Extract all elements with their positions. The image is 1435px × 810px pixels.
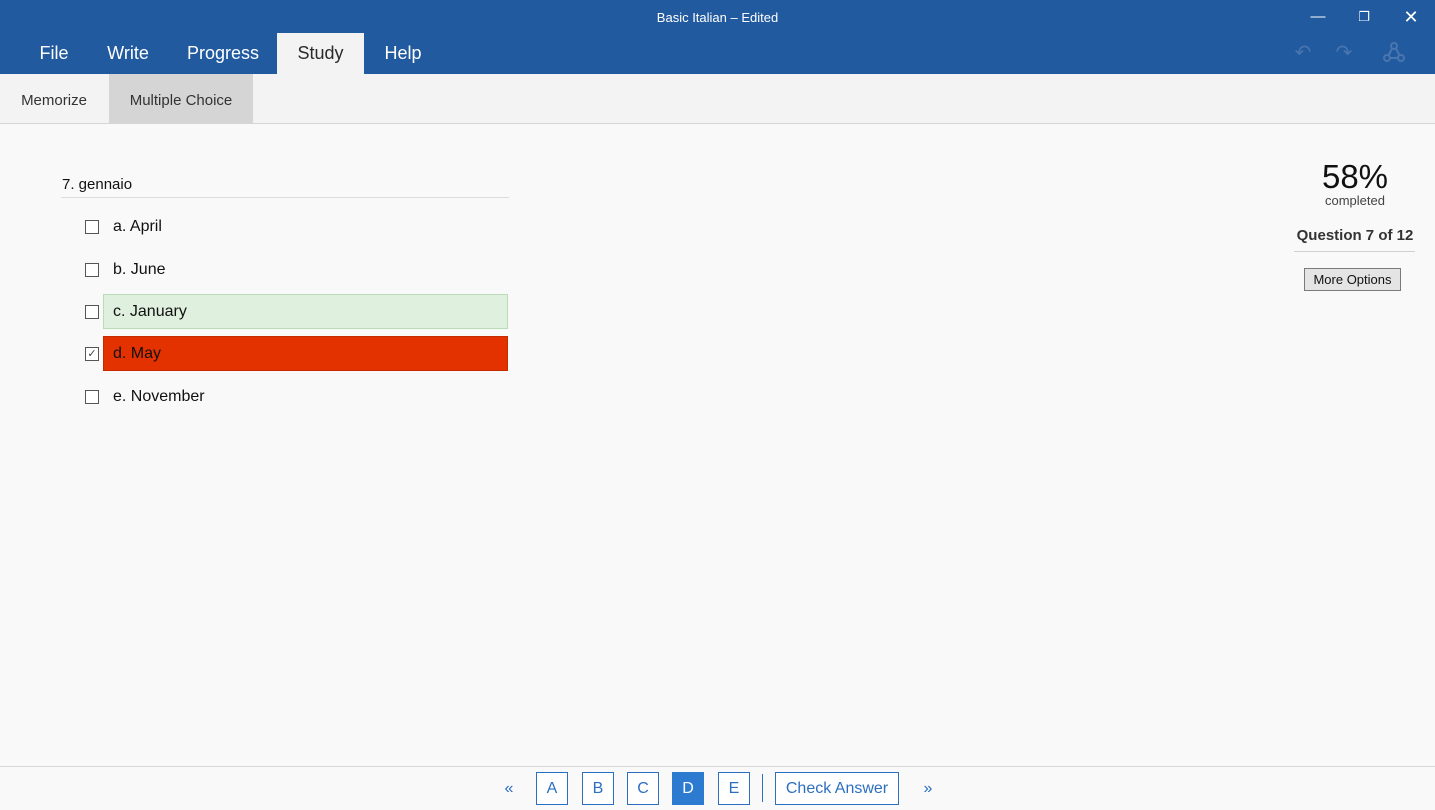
choice-e-checkbox[interactable]	[85, 390, 99, 404]
choice-b-label[interactable]: b. June	[103, 252, 508, 287]
choice-d-checkbox-checked[interactable]: ✓	[85, 347, 99, 361]
question-divider	[61, 197, 509, 198]
redo-icon[interactable]: ↷	[1331, 40, 1357, 66]
answer-d-button[interactable]: D	[672, 772, 704, 805]
tab-progress[interactable]: Progress	[178, 33, 268, 74]
restore-icon[interactable]: ❐	[1349, 6, 1379, 28]
window-title: Basic Italian – Edited	[656, 10, 779, 25]
choice-e[interactable]: e. November	[85, 379, 509, 414]
choice-a-checkbox[interactable]	[85, 220, 99, 234]
choice-d[interactable]: ✓ d. May	[85, 336, 509, 371]
choice-c[interactable]: c. January	[85, 294, 509, 329]
choice-c-checkbox[interactable]	[85, 305, 99, 319]
choice-b-checkbox[interactable]	[85, 263, 99, 277]
close-icon[interactable]: ✕	[1396, 6, 1426, 28]
study-toolbar: Memorize Multiple Choice	[0, 74, 1435, 124]
nav-separator	[762, 774, 763, 802]
more-options-button[interactable]: More Options	[1304, 268, 1401, 291]
answer-c-button[interactable]: C	[627, 772, 659, 805]
choice-b[interactable]: b. June	[85, 252, 509, 287]
tab-study[interactable]: Study	[277, 33, 364, 74]
question-counter: Question 7 of 12	[1296, 227, 1414, 244]
answer-e-button[interactable]: E	[718, 772, 750, 805]
choice-c-label-correct[interactable]: c. January	[103, 294, 508, 329]
minimize-icon[interactable]: —	[1303, 6, 1333, 28]
multiple-choice-button[interactable]: Multiple Choice	[109, 74, 253, 123]
choice-d-label-wrong[interactable]: d. May	[103, 336, 508, 371]
choice-a-label[interactable]: a. April	[103, 209, 508, 244]
counter-divider	[1294, 251, 1415, 252]
memorize-button[interactable]: Memorize	[0, 74, 108, 123]
tab-write[interactable]: Write	[96, 33, 160, 74]
share-icon[interactable]	[1381, 40, 1407, 66]
answer-b-button[interactable]: B	[582, 772, 614, 805]
choice-e-label[interactable]: e. November	[103, 379, 508, 414]
next-question-button[interactable]: »	[918, 779, 938, 799]
choice-a[interactable]: a. April	[85, 209, 509, 244]
answer-a-button[interactable]: A	[536, 772, 568, 805]
completion-percent: 58%	[1321, 158, 1389, 195]
share-icon-graphic	[1383, 42, 1405, 62]
tab-help[interactable]: Help	[372, 33, 434, 74]
undo-icon[interactable]: ↶	[1290, 40, 1316, 66]
check-answer-button[interactable]: Check Answer	[775, 772, 899, 805]
tab-file[interactable]: File	[26, 33, 82, 74]
question-prompt: 7. gennaio	[62, 176, 133, 193]
completion-label: completed	[1325, 193, 1385, 208]
previous-question-button[interactable]: «	[499, 779, 519, 799]
